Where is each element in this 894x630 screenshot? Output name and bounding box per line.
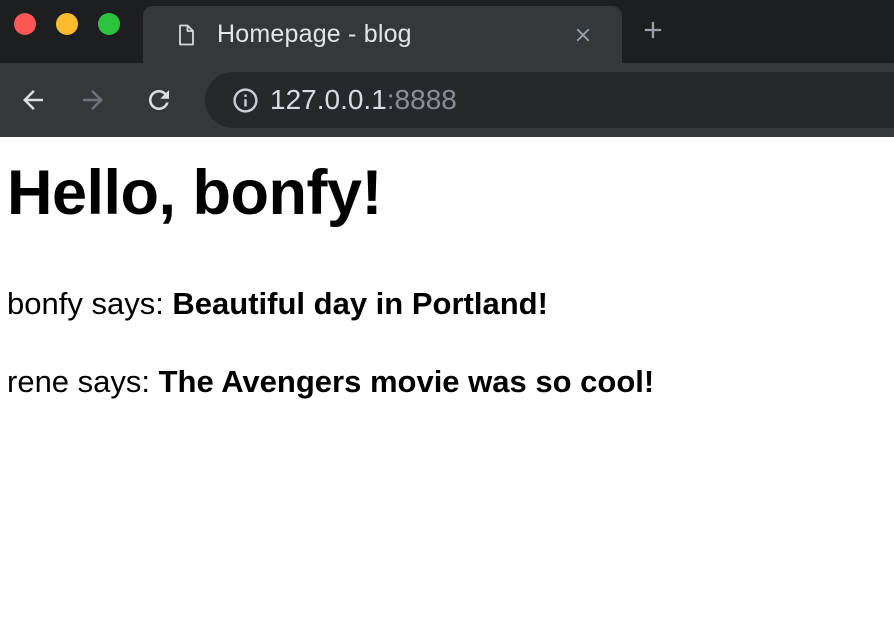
reload-icon xyxy=(144,85,174,115)
url-host: 127.0.0.1 xyxy=(270,84,387,115)
browser-window: Homepage - blog xyxy=(0,0,894,630)
maximize-window-button[interactable] xyxy=(98,13,120,35)
tab-homepage-blog[interactable]: Homepage - blog xyxy=(143,6,622,63)
post-item: bonfy says: Beautiful day in Portland! xyxy=(7,286,894,322)
tab-close-button[interactable] xyxy=(572,24,594,46)
close-window-button[interactable] xyxy=(14,13,36,35)
back-button[interactable] xyxy=(18,85,48,115)
arrow-right-icon xyxy=(78,85,108,115)
tab-title: Homepage - blog xyxy=(217,20,572,49)
page-heading: Hello, bonfy! xyxy=(7,157,894,229)
reload-button[interactable] xyxy=(144,85,174,115)
info-icon xyxy=(231,86,260,115)
new-tab-button[interactable] xyxy=(639,16,667,44)
address-bar[interactable]: 127.0.0.1:8888 xyxy=(205,72,894,128)
url-text: 127.0.0.1:8888 xyxy=(270,84,457,116)
browser-toolbar: 127.0.0.1:8888 xyxy=(0,63,894,137)
url-port: :8888 xyxy=(387,84,457,115)
page-content: Hello, bonfy! bonfy says: Beautiful day … xyxy=(0,137,894,630)
close-icon xyxy=(572,24,594,46)
post-message: Beautiful day in Portland! xyxy=(172,286,547,321)
traffic-lights xyxy=(14,13,120,35)
page-icon xyxy=(174,23,198,47)
post-author: rene says: xyxy=(7,364,159,399)
plus-icon xyxy=(639,16,667,44)
post-message: The Avengers movie was so cool! xyxy=(159,364,655,399)
post-item: rene says: The Avengers movie was so coo… xyxy=(7,364,894,400)
forward-button[interactable] xyxy=(78,85,108,115)
arrow-left-icon xyxy=(18,85,48,115)
tab-bar: Homepage - blog xyxy=(0,0,894,63)
site-info-button[interactable] xyxy=(231,86,260,115)
post-author: bonfy says: xyxy=(7,286,172,321)
minimize-window-button[interactable] xyxy=(56,13,78,35)
